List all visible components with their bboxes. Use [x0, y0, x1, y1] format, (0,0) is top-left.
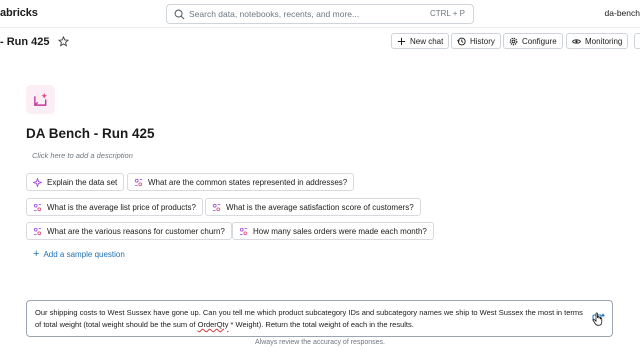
search-shortcut: CTRL + P — [429, 9, 465, 18]
sample-question-label: What is the average list price of produc… — [47, 202, 196, 212]
new-chat-button[interactable]: New chat — [391, 33, 450, 49]
sample-question-chip[interactable]: What are the common states represented i… — [127, 173, 355, 191]
genie-icon — [239, 227, 248, 235]
new-chat-label: New chat — [410, 36, 444, 46]
accuracy-disclaimer: Always review the accuracy of responses. — [255, 339, 385, 346]
monitoring-label: Monitoring — [585, 36, 623, 46]
star-icon[interactable] — [58, 36, 69, 47]
space-title: DA Bench - Run 425 — [26, 126, 155, 141]
plus-icon: + — [33, 248, 40, 260]
description-field[interactable]: Click here to add a description — [32, 151, 133, 160]
sample-question-label: What are the various reasons for custome… — [47, 226, 225, 236]
sample-question-chip[interactable]: What are the various reasons for custome… — [26, 222, 232, 240]
search-icon — [174, 9, 185, 20]
sample-question-chip[interactable]: Explain the data set — [26, 173, 125, 191]
history-icon — [457, 37, 466, 45]
genie-chat-icon — [34, 92, 48, 106]
sample-question-label: Explain the data set — [47, 177, 118, 187]
genie-icon — [33, 203, 42, 211]
genie-icon — [212, 203, 221, 211]
sample-question-label: What is the average satisfaction score o… — [226, 202, 414, 212]
sample-question-label: What are the common states represented i… — [148, 177, 348, 187]
add-sample-question-label: Add a sample question — [43, 250, 125, 259]
gear-icon — [509, 37, 518, 45]
hand-cursor-icon — [592, 312, 603, 326]
chat-input-text-part: * Weight). Return the total weight of ea… — [228, 320, 414, 329]
eye-icon — [572, 38, 581, 44]
genie-icon — [134, 178, 143, 186]
sample-question-chip[interactable]: What is the average list price of produc… — [26, 198, 203, 216]
brand-logo-text[interactable]: abricks — [0, 7, 38, 19]
genie-icon — [33, 227, 42, 235]
page-title: - Run 425 — [0, 36, 50, 48]
global-search-input[interactable]: Search data, notebooks, recents, and mor… — [166, 4, 474, 24]
sample-question-chip[interactable]: How many sales orders were made each mon… — [232, 222, 434, 240]
history-button[interactable]: History — [451, 33, 501, 49]
more-button[interactable] — [634, 33, 640, 49]
history-label: History — [470, 36, 495, 46]
genie-space-icon-tile — [26, 85, 55, 114]
sample-question-label: How many sales orders were made each mon… — [253, 226, 427, 236]
configure-button[interactable]: Configure — [503, 33, 563, 49]
top-bar: abricks Search data, notebooks, recents,… — [0, 0, 640, 28]
chat-input-text[interactable]: Our shipping costs to West Sussex have g… — [35, 307, 588, 331]
monitoring-button[interactable]: Monitoring — [566, 33, 629, 49]
search-placeholder: Search data, notebooks, recents, and mor… — [189, 9, 360, 19]
plus-icon — [397, 37, 406, 45]
sparkle-icon — [33, 177, 42, 187]
sample-question-chip[interactable]: What is the average satisfaction score o… — [205, 198, 421, 216]
misspelled-word: OrderQty — [197, 320, 229, 329]
add-sample-question-button[interactable]: + Add a sample question — [33, 248, 125, 260]
workspace-switcher[interactable]: da-bench — [605, 8, 640, 18]
chat-input[interactable]: Our shipping costs to West Sussex have g… — [26, 300, 613, 337]
configure-label: Configure — [522, 36, 557, 46]
